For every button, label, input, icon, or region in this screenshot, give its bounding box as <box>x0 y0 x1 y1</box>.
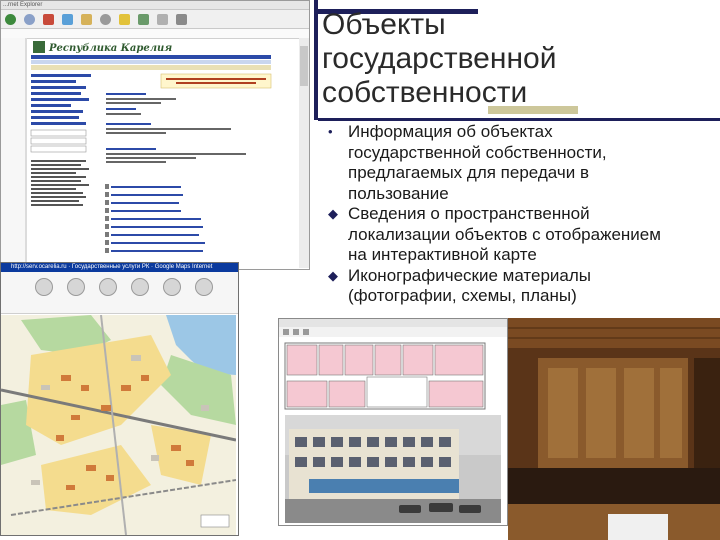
title-underline <box>318 118 720 121</box>
bullet-2-line-2: локализации объектов с отображением <box>348 224 661 244</box>
title-left-rule <box>314 0 318 120</box>
karelia-emblem-icon <box>33 41 45 53</box>
bullet-3-line-2: (фотографии, схемы, планы) <box>348 286 577 305</box>
bullet-1-line-1: Информация об объектах <box>348 122 553 141</box>
history-icon <box>138 13 149 25</box>
browser-toolbar <box>1 10 309 29</box>
stop-icon <box>43 13 54 25</box>
slide-title: Объекты государственной собственности <box>322 8 622 110</box>
browser-screenshot: ...rnet Explorer Республика Карелия <box>0 0 310 270</box>
print-icon <box>176 13 187 25</box>
browser-window-title: ...rnet Explorer <box>1 1 309 10</box>
bullet-1-line-3: предлагаемых для передачи в <box>348 163 589 182</box>
refresh-icon <box>62 13 73 25</box>
search-icon <box>100 13 111 25</box>
bullet-1-line-4: пользование <box>348 183 449 203</box>
interior-photo <box>508 318 720 540</box>
map-tool-info <box>129 278 151 313</box>
bullet-2-line-3: на интерактивной карте <box>348 245 537 264</box>
back-icon <box>5 13 16 25</box>
forward-icon <box>24 13 35 25</box>
bullet-3-line-1: Иконографические материалы <box>348 265 592 285</box>
home-icon <box>81 13 92 25</box>
map-tool-zoom-out <box>33 278 55 313</box>
browser-page-content: Республика Карелия <box>1 38 309 268</box>
title-line-2: государственной <box>322 42 557 75</box>
bullet-list: • Информация об объектах государственной… <box>328 122 718 307</box>
bullet-diamond-icon: ◆ <box>328 206 338 221</box>
map-tool-measure <box>161 278 183 313</box>
browser-left-rail <box>1 38 25 268</box>
title-line-1: Объекты <box>322 8 446 41</box>
title-line-3: собственности <box>322 76 528 109</box>
bullet-1-line-2: государственной собственности, <box>348 142 607 162</box>
mail-icon <box>157 13 168 25</box>
bullet-icon: • <box>328 124 333 139</box>
interactive-map <box>1 315 236 535</box>
map-tool-pan <box>97 278 119 313</box>
map-toolbar <box>1 272 238 314</box>
map-tool-print <box>193 278 215 313</box>
map-window-title: http://serv.ocarelia.ru · Государственны… <box>1 263 238 272</box>
floor-plan-and-photo <box>279 319 507 523</box>
map-tool-zoom-in <box>65 278 87 313</box>
map-screenshot: http://serv.ocarelia.ru · Государственны… <box>0 262 239 536</box>
floor-plan-screenshot <box>278 318 508 526</box>
bullet-item-1: • Информация об объектах государственной… <box>328 122 718 204</box>
favorites-icon <box>119 13 130 25</box>
interior-room-image <box>508 318 720 540</box>
logo-text: Республика Карелия <box>48 43 172 54</box>
bullet-diamond-icon: ◆ <box>328 267 338 283</box>
bullet-item-2: ◆ Сведения о пространственной локализаци… <box>328 204 718 266</box>
map-scale-box <box>200 514 230 528</box>
bullet-item-3: ◆ Иконографические материалы (фотографии… <box>328 266 718 307</box>
bullet-2-line-1: Сведения о пространственной <box>348 204 590 223</box>
